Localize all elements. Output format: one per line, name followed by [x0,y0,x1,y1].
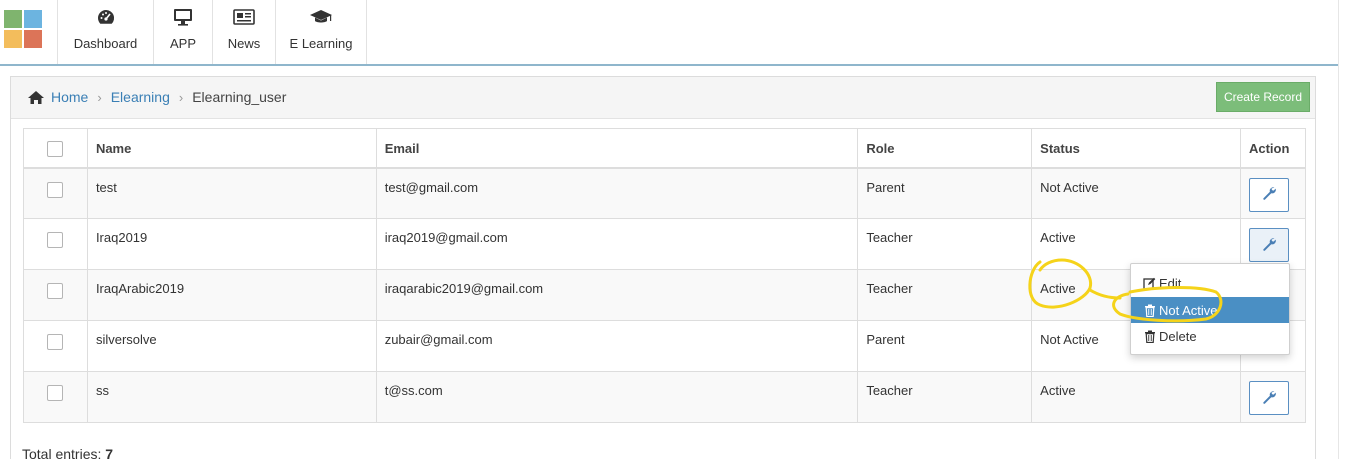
nav-label: APP [169,36,196,51]
nav-item-news[interactable]: News [212,0,275,64]
cell-name: test [86,167,377,219]
chevron-right-icon: › [97,89,102,105]
column-header-status[interactable]: Status [1031,128,1241,169]
menu-item-label: Delete [1159,328,1197,344]
menu-item-label: Edit [1159,275,1182,291]
column-header-email[interactable]: Email [375,128,859,169]
cell-role: Parent [857,320,1033,372]
table-row: test test@gmail.com Parent Not Active [23,167,1307,219]
row-action-button[interactable] [1248,177,1289,212]
users-table: Name Email Role Status Action test test@… [23,128,1307,423]
row-select-cell [23,320,88,372]
cell-name: IraqArabic2019 [86,269,377,321]
cell-role: Teacher [857,218,1033,270]
cell-name: ss [86,371,377,423]
cell-status: Not Active [1031,167,1241,219]
row-select-cell [23,269,88,321]
cell-status: Active [1031,218,1241,270]
column-header-action: Action [1239,128,1307,169]
cell-name: Iraq2019 [86,218,377,270]
row-select-cell [23,167,88,219]
breadcrumb-elearning-link[interactable]: Elearning [111,89,170,105]
edit-icon [1143,277,1156,290]
home-icon [27,90,45,105]
row-checkbox[interactable] [47,283,64,299]
nav-item-app[interactable]: APP [153,0,212,64]
wrench-icon [1261,185,1277,204]
graduation-cap-icon [309,6,333,28]
row-checkbox[interactable] [47,334,64,350]
action-dropdown-menu: Edit Not Active Delete [1130,263,1290,355]
trash-icon [1143,330,1156,343]
breadcrumb-bar: Home › Elearning › Elearning_user Create… [11,77,1315,119]
breadcrumb-home-link[interactable]: Home [51,89,88,105]
row-select-cell [23,218,88,270]
content-panel: Home › Elearning › Elearning_user Create… [10,76,1316,459]
wrench-icon [1261,389,1277,408]
total-entries: Total entries: 7 [22,446,113,459]
create-record-button[interactable]: Create Record [1216,82,1310,112]
app-logo[interactable] [4,10,42,48]
row-action-button[interactable] [1248,228,1289,262]
table-row: IraqArabic2019 iraqarabic2019@gmail.com … [23,269,1307,321]
cell-role: Parent [857,167,1033,219]
total-entries-label: Total entries: [22,446,102,459]
cell-email: zubair@gmail.com [375,320,859,372]
cell-email: t@ss.com [375,371,859,423]
row-checkbox[interactable] [47,232,64,248]
select-all-cell [23,128,88,169]
breadcrumb: Home › Elearning › Elearning_user [27,89,286,105]
cell-status: Active [1031,371,1241,423]
wrench-icon [1261,236,1277,255]
cell-action [1239,371,1307,423]
row-action-button[interactable] [1248,381,1289,415]
cell-role: Teacher [857,269,1033,321]
select-all-checkbox[interactable] [47,141,64,157]
menu-item-delete[interactable]: Delete [1131,323,1289,349]
menu-item-label: Not Active [1159,302,1218,318]
cell-action [1239,167,1307,219]
column-header-name[interactable]: Name [86,128,377,169]
nav-item-dashboard[interactable]: Dashboard [57,0,153,64]
cell-name: silversolve [86,320,377,372]
breadcrumb-current: Elearning_user [192,89,287,105]
table-header-row: Name Email Role Status Action [23,128,1307,169]
trash-icon [1143,304,1156,317]
cell-email: test@gmail.com [375,167,859,219]
total-entries-count: 7 [105,446,114,459]
newspaper-icon [233,6,255,28]
cell-email: iraqarabic2019@gmail.com [375,269,859,321]
cell-email: iraq2019@gmail.com [375,218,859,270]
table-row: Iraq2019 iraq2019@gmail.com Teacher Acti… [23,218,1307,270]
monitor-icon [173,6,193,28]
table-row: silversolve zubair@gmail.com Parent Not … [23,320,1307,372]
row-checkbox[interactable] [47,181,64,198]
page-scrollbar[interactable] [1338,0,1355,459]
cell-role: Teacher [857,371,1033,423]
nav-label: E Learning [289,36,353,51]
row-checkbox[interactable] [47,385,64,401]
table-row: ss t@ss.com Teacher Active [23,371,1307,423]
nav-item-e-learning[interactable]: E Learning [275,0,367,64]
nav-label: News [227,36,261,51]
dashboard-icon [96,6,116,28]
top-navbar: Dashboard APP News E Learning [0,0,1338,66]
cell-action [1239,218,1307,270]
nav-label: Dashboard [73,36,138,51]
menu-item-not-active[interactable]: Not Active [1131,297,1289,323]
menu-item-edit[interactable]: Edit [1131,270,1289,296]
chevron-right-icon: › [178,89,184,105]
column-header-role[interactable]: Role [857,128,1033,169]
row-select-cell [23,371,88,423]
